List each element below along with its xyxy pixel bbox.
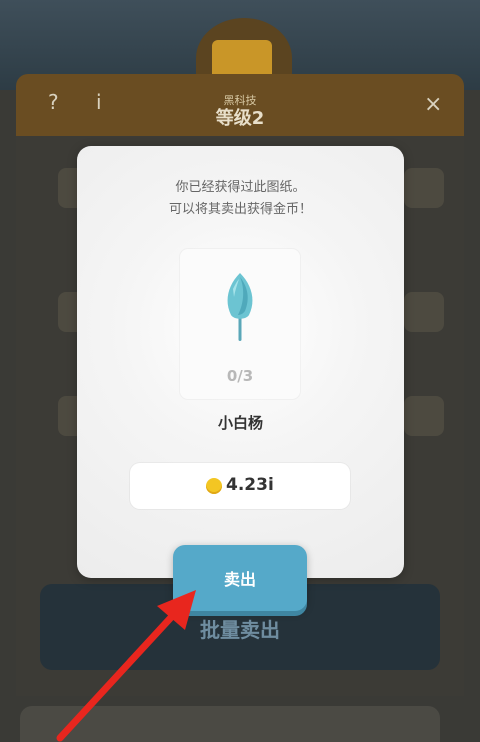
- sell-price-box: 4.23i: [130, 463, 350, 509]
- sell-price-value: 4.23i: [226, 475, 274, 495]
- game-screen: ? i × 黑科技 等级2 批量卖出 你已经获得过此图纸。 可以将其卖出获得金币…: [0, 0, 480, 742]
- blueprint-item-icon: [404, 168, 444, 208]
- blueprint-progress: 0/3: [226, 367, 254, 385]
- blueprint-card: 0/3: [180, 249, 300, 399]
- bottom-bar: [20, 706, 440, 742]
- sell-blueprint-dialog: 你已经获得过此图纸。 可以将其卖出获得金币！ 0/3 小白杨 4.23i: [77, 146, 404, 578]
- level-label: 等级2: [215, 108, 265, 129]
- blueprint-item-icon: [404, 292, 444, 332]
- bulk-sell-label: 批量卖出: [200, 618, 280, 642]
- poplar-tree-leaf-icon: [227, 273, 253, 341]
- dialog-message-line2: 可以将其卖出获得金币！: [168, 202, 312, 217]
- blueprint-item-icon: [404, 396, 444, 436]
- dialog-message-line1: 你已经获得过此图纸。: [175, 180, 306, 195]
- blueprint-name: 小白杨: [217, 414, 263, 432]
- sell-button[interactable]: 卖出: [173, 545, 307, 611]
- gold-coin-icon: [206, 478, 222, 494]
- dialog-message: 你已经获得过此图纸。 可以将其卖出获得金币！: [77, 177, 404, 221]
